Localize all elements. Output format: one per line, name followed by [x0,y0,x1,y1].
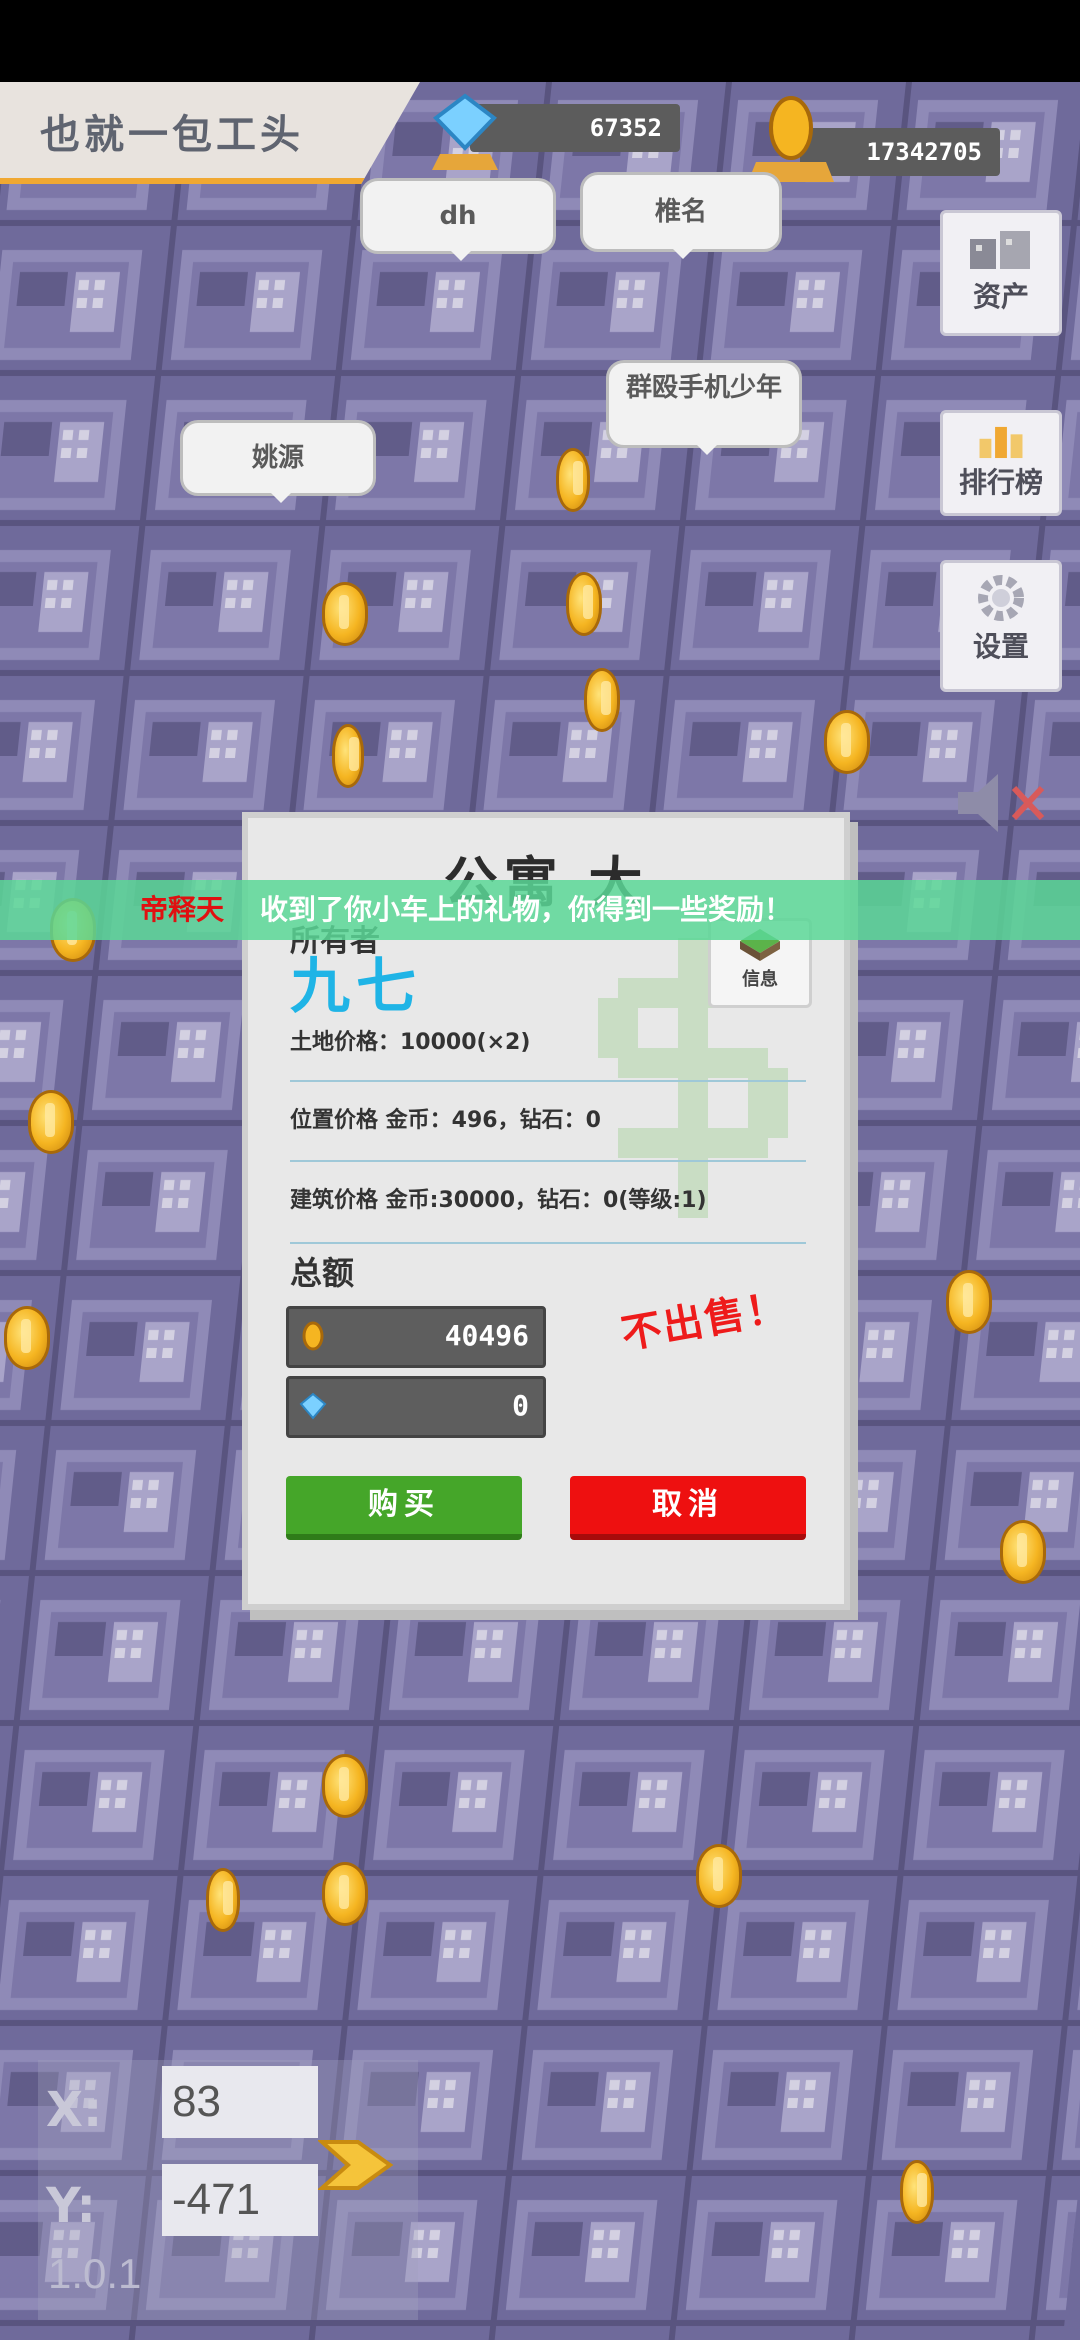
coin-pickup[interactable] [322,1754,368,1818]
player-bubble-dh[interactable]: dh [360,178,556,261]
go-arrow-icon[interactable] [318,2132,394,2198]
player-name: 也就一包工头 [40,112,304,158]
info-label: 信息 [742,969,778,990]
bubble-text: 群殴手机少年 [625,373,782,403]
leaderboard-label: 排行榜 [958,466,1043,499]
total-diamonds: 0 [512,1389,529,1422]
version-label: 1.0.1 [48,2250,142,2297]
coin-pickup[interactable] [824,710,870,774]
coin-pickup[interactable] [566,572,602,636]
leaderboard-button[interactable]: 排行榜 [940,410,1062,516]
notice-sender: 帝释天 [140,893,225,926]
coin-pickup[interactable] [696,1844,742,1908]
diamond-count: 67352 [589,114,662,142]
player-name-banner: 也就一包工头 [0,82,420,184]
total-label: 总额 [290,1254,355,1292]
bubble-text: dh [439,201,477,231]
building-price: 建筑价格 金币:30000，钻石：0(等级:1) [290,1188,707,1213]
coin-pickup[interactable] [28,1090,74,1154]
player-bubble-group[interactable]: 群殴手机少年 [606,360,802,455]
y-input[interactable] [162,2164,318,2236]
not-for-sale-label: 不出售！ [617,1283,792,1359]
coin-pickup[interactable] [584,668,620,732]
player-bubble-nick[interactable]: 椎名 [580,172,782,259]
coin-pickup[interactable] [556,448,590,512]
location-price: 位置价格 金币：496，钻石：0 [290,1108,601,1133]
assets-icon [970,231,1030,269]
total-coins-field: 40496 [286,1306,546,1368]
total-diamonds-field: 0 [286,1376,546,1438]
building-price-row: 建筑价格 金币:30000，钻石：0(等级:1) [290,1182,806,1244]
notice-message: 收到了你小车上的礼物，你得到一些奖励！ [260,893,793,926]
x-input[interactable] [162,2066,318,2138]
cancel-button[interactable]: 取消 [570,1476,806,1540]
trophy-bar-icon [979,426,1023,459]
diamond-icon [432,93,498,170]
player-bubble-yao[interactable]: 姚源 [180,420,376,503]
game-screen: 也就一包工头 67352 17342705 dh 椎名 群殴手机少年 姚源 资产 [0,0,1080,2340]
diamond-counter: 67352 [470,104,680,152]
land-price-row: 土地价格：10000(×2) [290,1024,806,1082]
gift-notice-banner: 帝释天 收到了你小车上的礼物，你得到一些奖励！ [0,880,1080,940]
settings-label: 设置 [972,630,1029,663]
location-price-row: 位置价格 金币：496，钻石：0 [290,1102,806,1162]
bubble-text: 姚源 [251,443,304,473]
assets-button[interactable]: 资产 [940,210,1062,336]
total-coins: 40496 [444,1319,529,1352]
assets-label: 资产 [972,280,1029,313]
coin-count: 17342705 [866,138,982,166]
status-bar [0,0,1080,82]
coin-pickup[interactable] [206,1868,240,1932]
gear-icon [978,575,1024,621]
coin-pickup[interactable] [900,2160,934,2224]
buy-button[interactable]: 购买 [286,1476,522,1540]
land-price: 土地价格：10000(×2) [290,1030,531,1055]
coin-stack-icon [748,96,834,182]
mute-speaker-icon[interactable] [952,768,1062,838]
coin-pickup[interactable] [322,582,368,646]
coin-pickup[interactable] [1000,1520,1046,1584]
bubble-text: 椎名 [654,197,707,227]
coin-pickup[interactable] [322,1862,368,1926]
y-label: Y: [46,2178,96,2234]
diamond-icon [299,1392,327,1420]
coin-pickup[interactable] [946,1270,992,1334]
coin-pickup[interactable] [332,724,364,788]
owner-name: 九七 [290,952,422,1022]
settings-button[interactable]: 设置 [940,560,1062,692]
coin-pickup[interactable] [4,1306,50,1370]
x-label: X: [46,2082,103,2138]
coin-icon [302,1321,324,1351]
